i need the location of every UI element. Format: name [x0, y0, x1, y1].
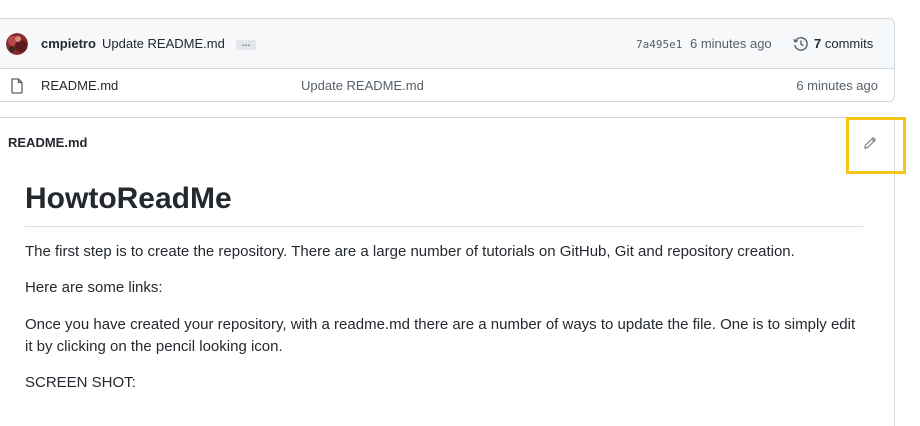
latest-commit-row: cmpietro Update README.md … 7a495e1 6 mi…	[0, 19, 894, 69]
readme-header: README.md	[0, 118, 894, 168]
file-time: 6 minutes ago	[796, 78, 878, 93]
readme-paragraph: Once you have created your repository, w…	[25, 316, 856, 355]
heading-divider	[25, 226, 863, 227]
readme-paragraph: Here are some links:	[25, 279, 163, 296]
file-commit-message-link[interactable]: Update README.md	[301, 78, 424, 93]
readme-paragraph: The first step is to create the reposito…	[25, 243, 795, 260]
commits-label: commits	[824, 36, 874, 51]
file-icon	[10, 78, 24, 94]
readme-paragraph: SCREEN SHOT:	[25, 374, 136, 391]
readme-title: README.md	[8, 135, 88, 150]
file-browser: cmpietro Update README.md … 7a495e1 6 mi…	[0, 18, 895, 102]
history-icon[interactable]	[793, 36, 809, 52]
commit-time: 6 minutes ago	[690, 36, 772, 51]
commit-sha-link[interactable]: 7a495e1	[636, 38, 682, 51]
commit-author-link[interactable]: cmpietro	[41, 36, 96, 51]
expand-commit-message-button[interactable]: …	[236, 39, 256, 50]
file-row: README.md Update README.md 6 minutes ago	[0, 69, 894, 101]
file-name-link[interactable]: README.md	[41, 78, 118, 93]
pencil-icon[interactable]	[863, 136, 877, 150]
readme-heading: HowtoReadMe	[25, 182, 232, 215]
commits-count: 7	[814, 36, 822, 51]
commits-history-link[interactable]: 7 commits	[814, 36, 873, 51]
avatar[interactable]	[6, 33, 28, 55]
commit-message-link[interactable]: Update README.md	[102, 36, 225, 51]
